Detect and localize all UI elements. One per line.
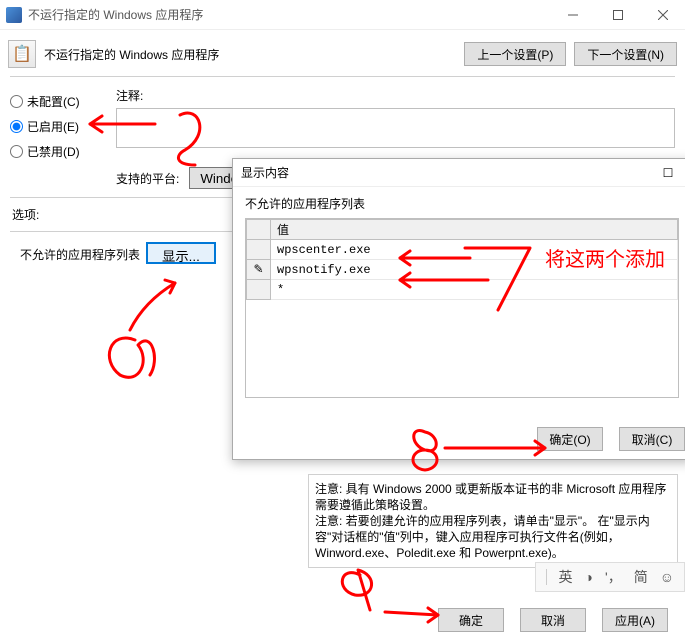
header-row: 📋 不运行指定的 Windows 应用程序 上一个设置(P) 下一个设置(N) bbox=[0, 30, 685, 74]
comment-textarea[interactable] bbox=[116, 108, 675, 148]
moon-icon[interactable]: ◑ bbox=[585, 569, 593, 585]
inner-content: 不允许的应用程序列表 值 wpscenter.exe ✎ wps bbox=[233, 187, 685, 406]
row-marker-edit: ✎ bbox=[247, 260, 271, 280]
divider bbox=[10, 76, 675, 77]
bottom-buttons: 确定 取消 应用(A) bbox=[430, 608, 668, 632]
values-grid[interactable]: 值 wpscenter.exe ✎ wpsnotify.exe * bbox=[245, 218, 679, 398]
platform-label: 支持的平台: bbox=[116, 170, 179, 187]
window-title: 不运行指定的 Windows 应用程序 bbox=[28, 6, 203, 23]
minimize-button[interactable] bbox=[550, 0, 595, 30]
apply-button[interactable]: 应用(A) bbox=[602, 608, 668, 632]
grid-cell[interactable]: wpsnotify.exe bbox=[271, 260, 678, 280]
table-row[interactable]: wpscenter.exe bbox=[247, 240, 678, 260]
inner-dialog-buttons: 确定(O) 取消(C) bbox=[529, 427, 685, 451]
window-controls bbox=[550, 0, 685, 30]
ime-lang[interactable]: 英 bbox=[559, 567, 573, 587]
inner-cancel-button[interactable]: 取消(C) bbox=[619, 427, 685, 451]
ime-face-icon[interactable]: ☺ bbox=[660, 569, 674, 585]
page-title: 不运行指定的 Windows 应用程序 bbox=[44, 46, 219, 63]
table-row[interactable]: ✎ wpsnotify.exe bbox=[247, 260, 678, 280]
ime-separator bbox=[546, 569, 547, 585]
radio-enabled[interactable]: 已启用(E) bbox=[10, 118, 110, 135]
ime-mode[interactable]: 简 bbox=[634, 567, 648, 587]
next-setting-button[interactable]: 下一个设置(N) bbox=[574, 42, 677, 66]
row-marker bbox=[247, 240, 271, 260]
help-text: 注意: 具有 Windows 2000 或更新版本证书的非 Microsoft … bbox=[308, 474, 678, 568]
disallowed-label: 不允许的应用程序列表 bbox=[20, 242, 140, 263]
radio-disabled[interactable]: 已禁用(D) bbox=[10, 143, 110, 160]
row-marker bbox=[247, 280, 271, 300]
show-button[interactable]: 显示... bbox=[146, 242, 216, 264]
radio-disabled-label: 已禁用(D) bbox=[27, 143, 80, 160]
radio-column: 未配置(C) 已启用(E) 已禁用(D) bbox=[10, 85, 110, 189]
ime-punct[interactable]: '， bbox=[605, 567, 622, 587]
maximize-button[interactable] bbox=[595, 0, 640, 30]
prev-setting-button[interactable]: 上一个设置(P) bbox=[464, 42, 566, 66]
inner-dialog-title: 显示内容 bbox=[241, 164, 653, 181]
radio-disabled-input[interactable] bbox=[10, 145, 23, 158]
grid-cell[interactable]: * bbox=[271, 280, 678, 300]
radio-not-configured-label: 未配置(C) bbox=[27, 93, 80, 110]
radio-not-configured-input[interactable] bbox=[10, 95, 23, 108]
show-contents-dialog: 显示内容 ☐ 不允许的应用程序列表 值 wpscenter.exe bbox=[232, 158, 685, 460]
inner-maximize-button[interactable]: ☐ bbox=[653, 166, 683, 180]
table-row[interactable]: * bbox=[247, 280, 678, 300]
grid-cell[interactable]: wpscenter.exe bbox=[271, 240, 678, 260]
policy-icon: 📋 bbox=[8, 40, 36, 68]
title-bar: 不运行指定的 Windows 应用程序 bbox=[0, 0, 685, 30]
inner-title-bar: 显示内容 ☐ bbox=[233, 159, 685, 187]
ime-bar[interactable]: 英 ◑ '， 简 ☺ bbox=[535, 562, 685, 592]
inner-ok-button[interactable]: 确定(O) bbox=[537, 427, 603, 451]
radio-enabled-input[interactable] bbox=[10, 120, 23, 133]
radio-not-configured[interactable]: 未配置(C) bbox=[10, 93, 110, 110]
comment-label: 注释: bbox=[116, 87, 675, 104]
ok-button[interactable]: 确定 bbox=[438, 608, 504, 632]
close-button[interactable] bbox=[640, 0, 685, 30]
cancel-button[interactable]: 取消 bbox=[520, 608, 586, 632]
radio-enabled-label: 已启用(E) bbox=[27, 118, 79, 135]
app-icon bbox=[6, 7, 22, 23]
grid-corner bbox=[247, 220, 271, 240]
inner-list-label: 不允许的应用程序列表 bbox=[245, 195, 679, 212]
grid-column-value[interactable]: 值 bbox=[271, 220, 678, 240]
